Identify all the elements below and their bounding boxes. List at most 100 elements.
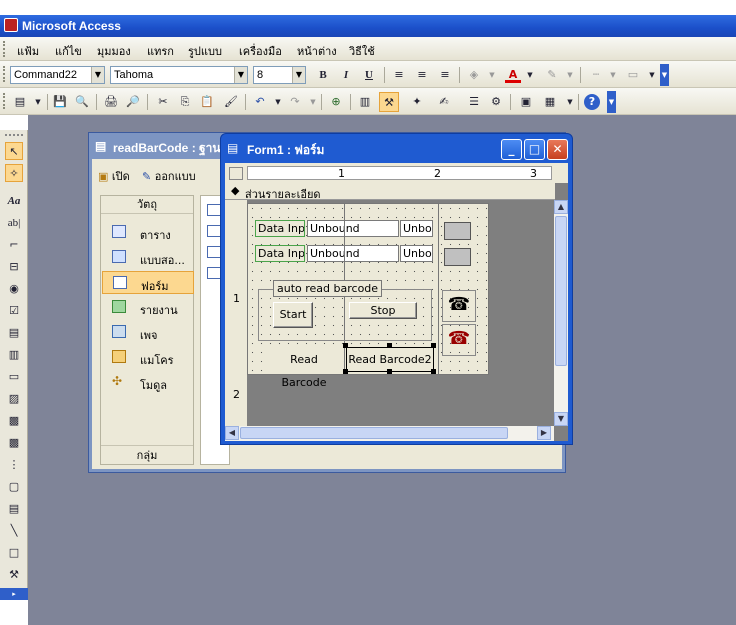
toolbar-options-icon[interactable]: ▼	[660, 64, 669, 86]
phone-icon[interactable]: ☎	[442, 324, 476, 356]
menu-tools[interactable]: เครื่องมือ	[239, 42, 282, 60]
chevron-down-icon[interactable]: ▼	[522, 67, 538, 83]
fill-color-icon[interactable]: ◈	[466, 67, 482, 83]
design-button[interactable]: ✎ ออกแบบ	[142, 167, 196, 185]
menu-file[interactable]: แฟ้ม	[17, 42, 39, 60]
form-icon[interactable]	[207, 246, 221, 258]
chevron-down-icon[interactable]: ▼	[305, 94, 321, 110]
toolbar-grip[interactable]	[3, 66, 6, 82]
combo-box-icon[interactable]: ▤	[5, 324, 23, 342]
stop-button[interactable]: Stop	[349, 302, 417, 319]
tab-control-icon[interactable]: ▢	[5, 478, 23, 496]
toolbox-grip[interactable]	[5, 134, 23, 137]
bold-button[interactable]: B	[315, 67, 331, 83]
groups-header[interactable]: กลุ่ม	[101, 445, 193, 465]
option-group-icon[interactable]: ⌐	[5, 236, 23, 254]
align-center-icon[interactable]: ≡	[414, 67, 430, 83]
chevron-down-icon[interactable]: ▼	[484, 67, 500, 83]
new-object-icon[interactable]: ▦	[542, 94, 558, 110]
detail-section-bar[interactable]: ◆ ส่วนรายละเอียด	[225, 183, 555, 201]
minimize-button[interactable]: _	[501, 139, 522, 160]
size-combo[interactable]: 8 ▼	[253, 66, 306, 84]
align-right-icon[interactable]: ≡	[437, 67, 453, 83]
objects-header[interactable]: วัตถุ	[101, 196, 193, 214]
select-objects-icon[interactable]: ↖	[5, 142, 23, 160]
bound-object-icon[interactable]: ▩	[5, 434, 23, 452]
scroll-up-icon[interactable]: ▲	[554, 200, 568, 214]
more-controls-icon[interactable]: ⚒	[5, 566, 23, 584]
build-icon[interactable]: ⚙	[488, 94, 504, 110]
object-item-macros[interactable]: แมโคร	[102, 346, 194, 369]
group-caption-auto-read[interactable]: auto read barcode	[273, 280, 383, 297]
textbox-data-input2-b[interactable]: Unbou	[400, 245, 433, 262]
special-effect-icon[interactable]: ▭	[625, 67, 641, 83]
menu-edit[interactable]: แก้ไข	[55, 42, 82, 60]
control-wizards-icon[interactable]: ✧	[5, 164, 23, 182]
close-button[interactable]: ✕	[547, 139, 568, 160]
form-icon[interactable]	[207, 204, 221, 216]
selection-handle[interactable]	[343, 343, 348, 348]
object-item-queries[interactable]: แบบสอ...	[102, 246, 194, 269]
horizontal-scrollbar[interactable]: ◀ ▶	[225, 426, 554, 441]
underline-button[interactable]: U	[361, 67, 377, 83]
label-tool-icon[interactable]: Aa	[5, 192, 23, 210]
toolbar-grip[interactable]	[3, 93, 6, 109]
cut-icon[interactable]: ✂	[155, 94, 171, 110]
command-button-icon[interactable]: ▭	[5, 368, 23, 386]
selection-handle[interactable]	[387, 343, 392, 348]
chevron-down-icon[interactable]: ▼	[30, 94, 46, 110]
italic-button[interactable]: I	[338, 67, 354, 83]
option-button-icon[interactable]: ◉	[5, 280, 23, 298]
menu-help[interactable]: วิธีใช้	[349, 42, 375, 60]
format-painter-icon[interactable]: 🖌	[223, 94, 239, 110]
rectangle-box[interactable]	[444, 222, 471, 240]
start-button[interactable]: Start	[273, 302, 313, 328]
chevron-down-icon[interactable]: ▼	[91, 67, 104, 83]
list-box-icon[interactable]: ▥	[5, 346, 23, 364]
detail-section-canvas[interactable]: Data Inp Unbound Unbou Data Inp2 Unbound…	[247, 203, 489, 389]
horizontal-scroll-thumb[interactable]	[240, 427, 508, 439]
selection-handle[interactable]	[387, 369, 392, 374]
chevron-down-icon[interactable]: ▼	[562, 67, 578, 83]
object-item-modules[interactable]: ✣ โมดูล	[102, 371, 194, 394]
toolbox-icon[interactable]: ⚒	[379, 92, 399, 112]
menu-view[interactable]: มุมมอง	[97, 42, 131, 60]
autoformat-icon[interactable]: ✦	[409, 94, 425, 110]
paste-icon[interactable]: 📋	[199, 94, 215, 110]
redo-icon[interactable]: ↷	[287, 94, 303, 110]
align-left-icon[interactable]: ≡	[391, 67, 407, 83]
form-icon[interactable]	[207, 225, 221, 237]
menu-insert[interactable]: แทรก	[147, 42, 174, 60]
scroll-down-icon[interactable]: ▼	[554, 412, 568, 426]
object-item-forms[interactable]: ฟอร์ม	[102, 271, 194, 294]
unbound-object-icon[interactable]: ▩	[5, 412, 23, 430]
textbox-data-input2[interactable]: Unbound	[307, 245, 399, 262]
rectangle-box[interactable]	[444, 248, 471, 266]
chevron-down-icon[interactable]: ▼	[562, 94, 578, 110]
phone-icon[interactable]: ☎	[442, 290, 476, 322]
form-selector[interactable]	[229, 167, 243, 180]
image-tool-icon[interactable]: ▨	[5, 390, 23, 408]
object-item-reports[interactable]: รายงาน	[102, 296, 194, 319]
vertical-scrollbar[interactable]: ▲ ▼	[554, 200, 568, 426]
hyperlink-icon[interactable]: ⊕	[328, 94, 344, 110]
menu-grip[interactable]	[3, 41, 6, 57]
textbox-data-input[interactable]: Unbound	[307, 220, 399, 237]
properties-icon[interactable]: ☰	[466, 94, 482, 110]
copy-icon[interactable]: ⎘	[177, 94, 193, 110]
toggle-button-icon[interactable]: ⊟	[5, 258, 23, 276]
chevron-down-icon[interactable]: ▼	[292, 67, 305, 83]
chevron-down-icon[interactable]: ▼	[605, 67, 621, 83]
selection-handle[interactable]	[431, 369, 436, 374]
line-color-icon[interactable]: ✎	[544, 67, 560, 83]
rectangle-tool-icon[interactable]: □	[5, 544, 23, 562]
toolbar-options-icon[interactable]: ▼	[607, 91, 616, 113]
textbox-data-input-b[interactable]: Unbou	[400, 220, 433, 237]
chevron-down-icon[interactable]: ▼	[234, 67, 247, 83]
field-list-icon[interactable]: ▥	[357, 94, 373, 110]
open-button[interactable]: ▣ เปิด	[98, 167, 130, 185]
object-item-tables[interactable]: ตาราง	[102, 221, 194, 244]
save-icon[interactable]: 💾	[52, 94, 68, 110]
undo-icon[interactable]: ↶	[252, 94, 268, 110]
menu-window[interactable]: หน้าต่าง	[297, 42, 337, 60]
